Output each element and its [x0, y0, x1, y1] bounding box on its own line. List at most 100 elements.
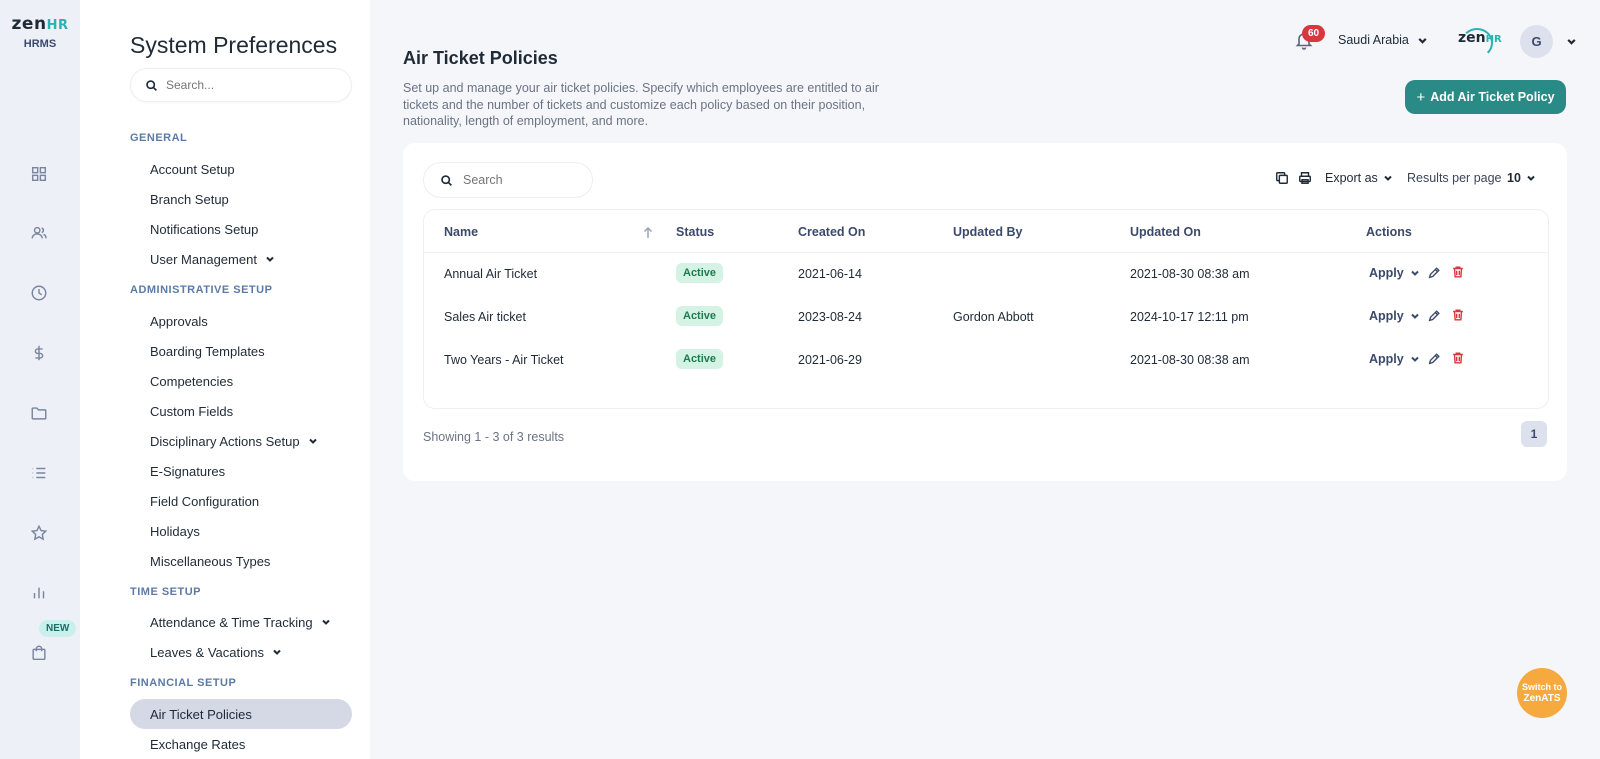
cell-name: Sales Air ticket	[444, 310, 526, 324]
results-per-page-label: Results per page	[1407, 171, 1502, 185]
column-updated-on[interactable]: Updated On	[1130, 225, 1201, 239]
section-admin: ADMINISTRATIVE SETUP	[130, 284, 273, 296]
search-icon	[146, 79, 157, 91]
column-created-on[interactable]: Created On	[798, 225, 865, 239]
export-dropdown[interactable]: Export as	[1325, 171, 1393, 185]
sidebar-item-attendance[interactable]: Attendance & Time Tracking	[130, 607, 352, 637]
page-button-1[interactable]: 1	[1521, 421, 1547, 447]
sidebar-item-competencies[interactable]: Competencies	[130, 366, 352, 396]
chevron-down-icon	[1411, 270, 1419, 276]
edit-icon[interactable]	[1427, 352, 1443, 368]
zenhr-logo[interactable]: zenHR HRMS	[10, 14, 70, 50]
dashboard-icon[interactable]	[28, 163, 50, 185]
column-actions: Actions	[1366, 225, 1412, 239]
status-badge: Active	[676, 349, 724, 369]
sidebar-search[interactable]	[130, 68, 352, 102]
switch-to-zenats-button[interactable]: Switch to ZenATS	[1517, 668, 1567, 718]
policies-card: Export as Results per page 10 Name Statu…	[403, 143, 1567, 481]
sidebar-item-notifications-setup[interactable]: Notifications Setup	[130, 214, 352, 244]
chevron-down-icon	[308, 438, 317, 444]
folder-icon[interactable]	[28, 402, 50, 424]
chevron-down-icon	[321, 619, 330, 625]
plus-icon: +	[1416, 88, 1426, 106]
results-per-page-select[interactable]: 10	[1507, 171, 1536, 185]
bag-icon[interactable]	[28, 642, 50, 664]
sidebar-item-e-signatures[interactable]: E-Signatures	[130, 456, 352, 486]
logo-subtitle: HRMS	[23, 38, 57, 50]
sidebar-item-boarding-templates[interactable]: Boarding Templates	[130, 336, 352, 366]
table-search-input[interactable]	[463, 173, 583, 187]
sidebar-item-exchange-rates[interactable]: Exchange Rates	[130, 729, 352, 759]
chevron-down-icon	[1527, 175, 1535, 181]
dollar-icon[interactable]	[28, 342, 50, 364]
chevron-down-icon	[1418, 37, 1427, 44]
column-name[interactable]: Name	[444, 225, 478, 239]
cell-updated-on: 2024-10-17 12:11 pm	[1130, 310, 1249, 324]
sidebar-item-field-configuration[interactable]: Field Configuration	[130, 486, 352, 516]
sidebar-item-custom-fields[interactable]: Custom Fields	[130, 396, 352, 426]
table-row: Sales Air ticket Active 2023-08-24 Gordo…	[424, 296, 1548, 339]
sidebar-item-account-setup[interactable]: Account Setup	[130, 154, 352, 184]
chart-icon[interactable]	[28, 582, 50, 604]
cell-updated-on: 2021-08-30 08:38 am	[1130, 267, 1250, 281]
cell-updated-on: 2021-08-30 08:38 am	[1130, 353, 1250, 367]
section-financial: FINANCIAL SETUP	[130, 677, 237, 689]
country-selector[interactable]: Saudi Arabia	[1338, 33, 1428, 47]
policies-table: Name Status Created On Updated By Update…	[423, 209, 1549, 409]
edit-icon[interactable]	[1427, 309, 1443, 325]
sidebar-item-leaves[interactable]: Leaves & Vacations	[130, 637, 352, 667]
cell-created-on: 2023-08-24	[798, 310, 862, 324]
cell-created-on: 2021-06-14	[798, 267, 862, 281]
section-general: GENERAL	[130, 132, 188, 144]
apply-dropdown[interactable]: Apply	[1369, 352, 1420, 366]
sidebar-item-user-management[interactable]: User Management	[130, 244, 352, 274]
trash-icon[interactable]	[1451, 308, 1467, 324]
sidebar-title: System Preferences	[130, 32, 338, 58]
chevron-down-icon	[1411, 313, 1419, 319]
trash-icon[interactable]	[1451, 265, 1467, 281]
table-row: Two Years - Air Ticket Active 2021-06-29…	[424, 339, 1548, 382]
edit-icon[interactable]	[1427, 266, 1443, 282]
cell-created-on: 2021-06-29	[798, 353, 862, 367]
cell-updated-by: Gordon Abbott	[953, 310, 1034, 324]
sidebar-item-air-ticket-policies[interactable]: Air Ticket Policies	[130, 699, 352, 729]
star-icon[interactable]	[28, 522, 50, 544]
table-header: Name Status Created On Updated By Update…	[424, 210, 1548, 253]
sidebar-item-branch-setup[interactable]: Branch Setup	[130, 184, 352, 214]
account-menu-chevron[interactable]	[1558, 34, 1577, 52]
settings-sidebar: System Preferences GENERAL Account Setup…	[80, 0, 370, 759]
cell-name: Annual Air Ticket	[444, 267, 538, 281]
apply-dropdown[interactable]: Apply	[1369, 309, 1420, 323]
chevron-down-icon	[273, 649, 281, 655]
chevron-down-icon	[1384, 175, 1392, 181]
status-badge: Active	[676, 306, 724, 326]
sidebar-search-input[interactable]	[166, 78, 326, 92]
avatar[interactable]: G	[1520, 25, 1553, 58]
print-icon[interactable]	[1298, 171, 1314, 187]
page-description: Set up and manage your air ticket polici…	[403, 81, 879, 128]
section-time: TIME SETUP	[130, 586, 202, 598]
clock-icon[interactable]	[28, 282, 50, 304]
new-badge: NEW	[39, 620, 77, 637]
table-row: Annual Air Ticket Active 2021-06-14 2021…	[424, 253, 1548, 296]
apply-dropdown[interactable]: Apply	[1369, 266, 1420, 280]
table-search[interactable]	[423, 162, 593, 198]
sort-arrow-icon[interactable]	[643, 226, 653, 238]
status-badge: Active	[676, 263, 724, 283]
list-icon[interactable]	[28, 462, 50, 484]
add-air-ticket-policy-button[interactable]: + Add Air Ticket Policy	[1405, 80, 1566, 114]
copy-icon[interactable]	[1275, 171, 1291, 187]
chevron-down-icon	[1411, 356, 1419, 362]
chevron-down-icon	[266, 256, 274, 262]
sidebar-item-misc-types[interactable]: Miscellaneous Types	[130, 546, 352, 576]
column-updated-by[interactable]: Updated By	[953, 225, 1022, 239]
people-icon[interactable]	[28, 222, 50, 244]
cell-name: Two Years - Air Ticket	[444, 353, 564, 367]
search-icon	[441, 174, 452, 186]
sidebar-item-holidays[interactable]: Holidays	[130, 516, 352, 546]
trash-icon[interactable]	[1451, 351, 1467, 367]
sidebar-item-approvals[interactable]: Approvals	[130, 306, 352, 336]
sidebar-item-disciplinary-actions[interactable]: Disciplinary Actions Setup	[130, 426, 352, 456]
column-status[interactable]: Status	[676, 225, 714, 239]
company-logo[interactable]: zenHR	[1458, 30, 1502, 46]
